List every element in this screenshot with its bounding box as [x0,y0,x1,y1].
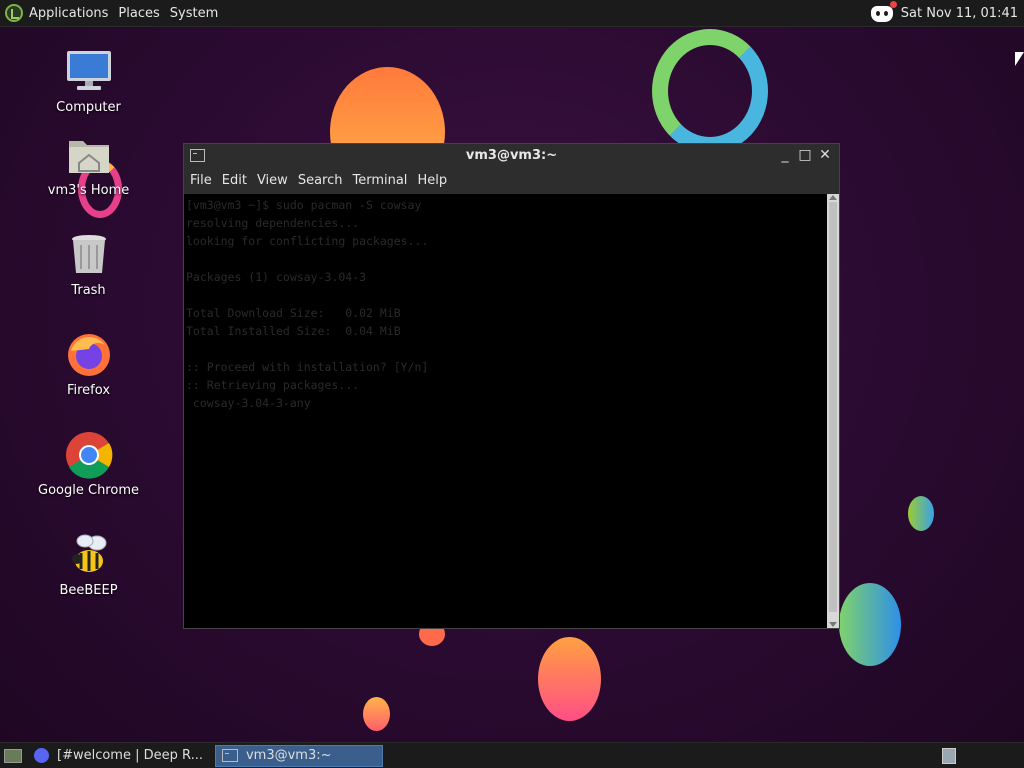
computer-icon [65,48,113,96]
menu-edit[interactable]: Edit [222,173,247,188]
terminal-scrollbar[interactable] [827,194,839,628]
minimize-icon: _ [781,147,789,163]
close-icon: ✕ [819,147,831,163]
firefox-icon [65,331,113,379]
terminal-line: Total Installed Size: 0.04 MiB [186,324,401,338]
menu-places[interactable]: Places [118,6,159,21]
wallpaper-ring [652,29,768,153]
bottom-panel: [#welcome | Deep R... vm3@vm3:~ [0,742,1024,768]
terminal-line: Packages (1) cowsay-3.04-3 [186,270,367,284]
desktop-icon-firefox[interactable]: Firefox [36,331,141,398]
desktop-icon-label: vm3's Home [47,183,130,198]
task-label: [#welcome | Deep R... [57,748,203,763]
desktop-icon-label: Google Chrome [38,483,139,498]
mouse-cursor-icon [1015,52,1024,66]
maximize-icon: □ [798,147,812,163]
menu-logo-icon[interactable] [5,4,23,22]
bee-icon [65,531,113,579]
task-discord[interactable]: [#welcome | Deep R... [28,745,209,767]
task-terminal[interactable]: vm3@vm3:~ [214,744,383,767]
trash-icon [65,231,113,279]
menu-applications[interactable]: Applications [29,6,108,21]
chrome-icon [65,431,113,479]
minimize-button[interactable]: _ [777,147,793,163]
wallpaper-blob [363,697,390,731]
menu-search[interactable]: Search [298,173,343,188]
maximize-button[interactable]: □ [797,147,813,163]
wallpaper-blob [908,496,934,531]
window-title: vm3@vm3:~ [465,147,558,163]
desktop-icon-label: Firefox [66,383,111,398]
home-folder-icon [65,131,113,179]
scroll-down-icon[interactable] [829,622,837,627]
desktop-icon-label: BeeBEEP [59,583,118,598]
terminal-line: cowsay-3.04-3-any [186,396,311,410]
task-label: vm3@vm3:~ [245,748,332,763]
terminal-window[interactable]: vm3@vm3:~ _ □ ✕ File Edit View Search Te… [183,143,840,629]
terminal-menubar: File Edit View Search Terminal Help [184,166,839,194]
menu-view[interactable]: View [257,173,288,188]
menu-help[interactable]: Help [417,173,447,188]
clock[interactable]: Sat Nov 11, 01:41 [901,6,1018,21]
desktop-icon-computer[interactable]: Computer [36,48,141,115]
desktop-icon-chrome[interactable]: Google Chrome [36,431,141,498]
terminal-output[interactable]: [vm3@vm3 ~]$ sudo pacman -S cowsay resolv… [184,194,827,628]
terminal-line: Total Download Size: 0.02 MiB [186,306,401,320]
menu-terminal[interactable]: Terminal [352,173,407,188]
discord-icon [34,748,49,763]
terminal-line: looking for conflicting packages... [186,234,429,248]
menu-system[interactable]: System [170,6,218,21]
desktop-icon-trash[interactable]: Trash [36,231,141,298]
notification-dot [889,0,897,8]
desktop-icon-beebeep[interactable]: BeeBEEP [36,531,141,598]
top-panel: Applications Places System Sat Nov 11, 0… [0,0,1024,27]
workspace-switcher[interactable] [942,748,956,764]
terminal-line: [vm3@vm3 ~]$ sudo pacman -S cowsay [186,198,422,212]
terminal-icon [221,749,238,762]
desktop-icon-home[interactable]: vm3's Home [36,131,141,198]
scrollbar-thumb[interactable] [829,202,837,612]
terminal-line: :: Proceed with installation? [Y/n] [186,360,429,374]
terminal-line: :: Retrieving packages... [186,378,360,392]
wallpaper-blob [839,583,901,666]
window-titlebar[interactable]: vm3@vm3:~ _ □ ✕ [184,144,839,166]
terminal-line: resolving dependencies... [186,216,360,230]
desktop-icon-label: Computer [56,100,121,115]
discord-tray-icon[interactable] [870,0,897,22]
show-desktop-button[interactable] [4,748,22,763]
scroll-up-icon[interactable] [829,195,837,200]
desktop-icon-label: Trash [71,283,106,298]
wallpaper-blob [538,637,601,721]
menu-file[interactable]: File [190,173,212,188]
close-button[interactable]: ✕ [817,147,833,163]
